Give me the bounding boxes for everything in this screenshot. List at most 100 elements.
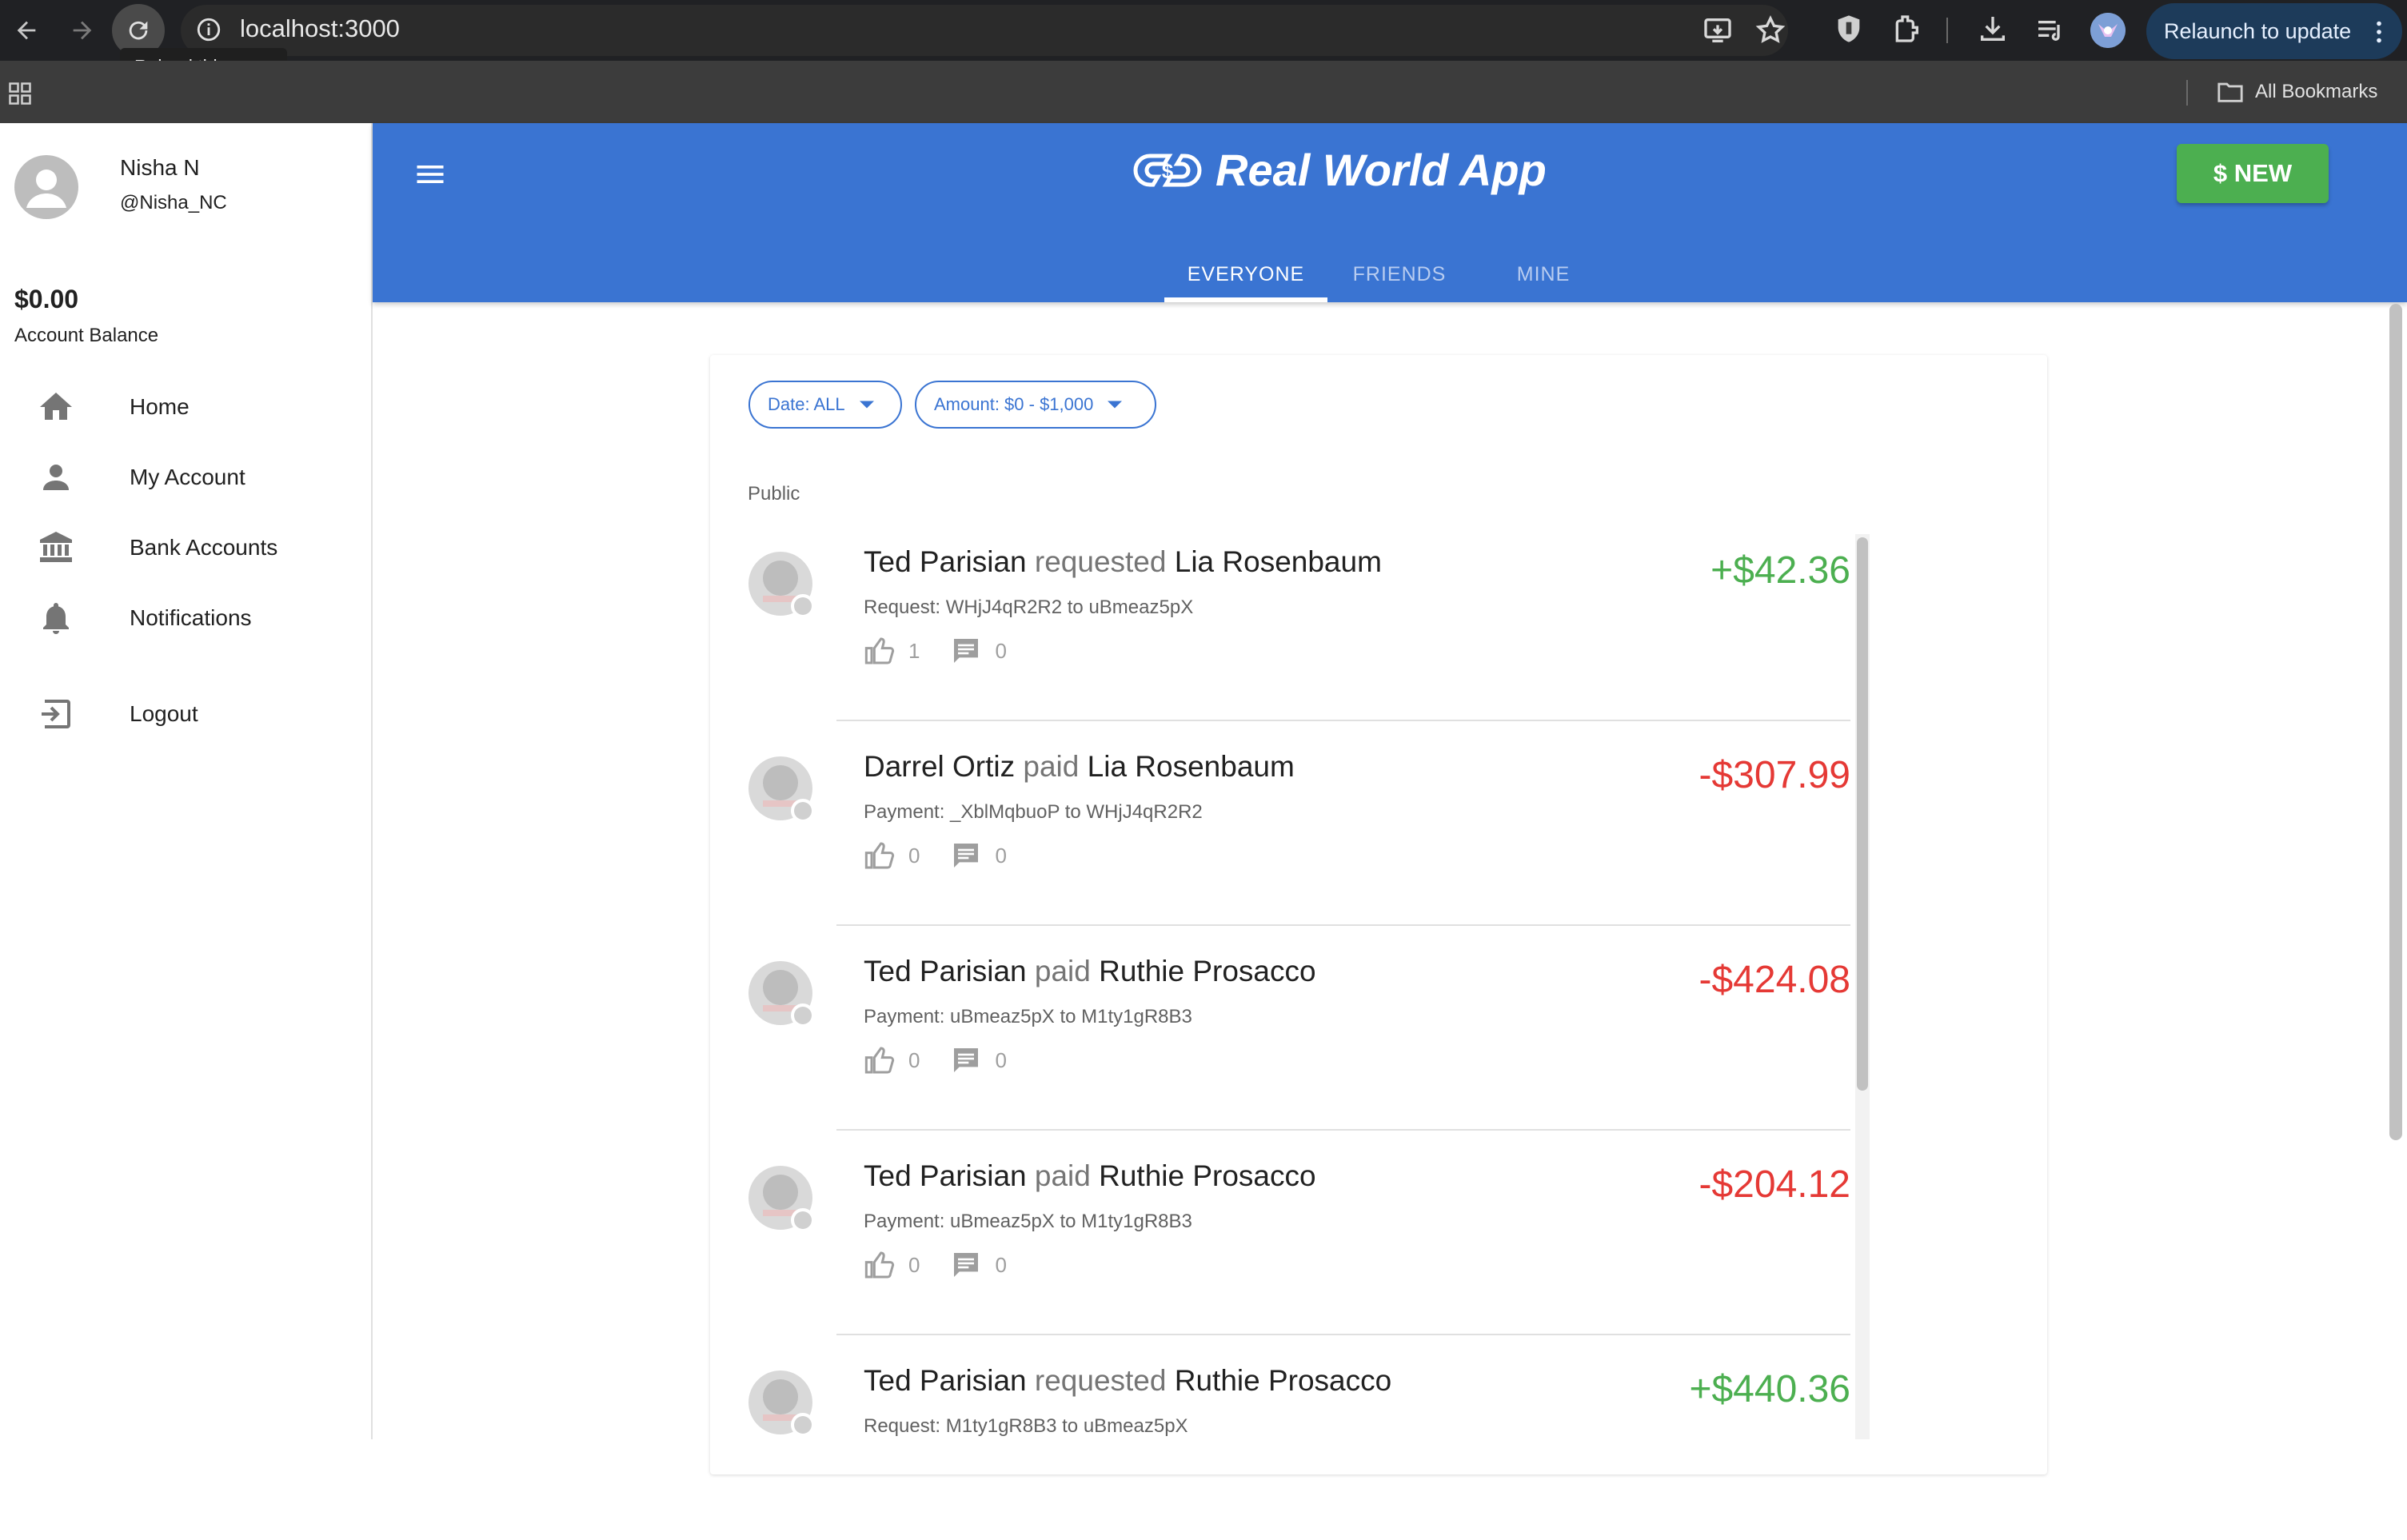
tab-mine[interactable]: MINE [1471,246,1615,302]
transaction-verb: paid [1034,1159,1091,1192]
list-scrollbar-thumb[interactable] [1857,537,1868,1091]
relaunch-button[interactable]: Relaunch to update [2146,3,2402,59]
menu-button[interactable] [408,157,453,192]
back-button[interactable] [0,4,53,57]
sidebar-item-bank-accounts[interactable]: Bank Accounts [0,513,371,583]
home-icon [40,393,72,420]
hamburger-menu-icon [417,166,444,183]
account-balance: $0.00 [14,285,79,313]
transaction-sender: Ted Parisian [864,1159,1027,1192]
comment-icon[interactable] [950,1249,982,1281]
folder-icon [2217,82,2243,102]
comment-icon[interactable] [950,1044,982,1076]
transaction-item[interactable]: Darrel Ortiz paid Lia Rosenbaum Payment:… [748,721,1850,926]
url-text[interactable]: localhost:3000 [240,14,400,43]
address-bar[interactable] [181,5,1788,56]
sidebar-item-logout[interactable]: Logout [0,679,371,749]
active-tab-indicator [1164,297,1327,302]
sidebar-item-label: Logout [130,701,198,726]
dropdown-arrow-icon [859,401,874,409]
back-arrow-icon [17,21,36,40]
person-icon [43,465,69,490]
tab-friends[interactable]: FRIENDS [1327,246,1471,302]
shield-extension-icon[interactable] [1833,13,1865,45]
more-vert-icon [2377,21,2381,43]
account-balance-label: Account Balance [14,325,159,346]
app-logo[interactable]: $ Real World App [1132,144,1547,196]
transaction-receiver: Ruthie Prosacco [1174,1364,1392,1397]
all-bookmarks-button[interactable]: All Bookmarks [2217,80,2377,104]
transaction-receiver: Lia Rosenbaum [1174,545,1382,578]
comments-count: 0 [995,1252,1007,1277]
dropdown-arrow-icon [1108,401,1123,409]
like-thumb-icon[interactable] [864,1044,896,1076]
bank-icon [40,532,72,562]
transaction-verb: requested [1034,1364,1167,1397]
transaction-receiver: Lia Rosenbaum [1087,750,1295,783]
user-handle: @Nisha_NC [120,192,227,213]
amount-filter-label: Amount: $0 - $1,000 [934,394,1094,414]
likes-count: 0 [908,1047,920,1072]
downloads-icon[interactable] [1977,13,2009,45]
likes-count: 0 [908,1252,920,1277]
like-thumb-icon[interactable] [864,635,896,667]
comments-count: 0 [995,638,1007,663]
page-scrollbar-thumb[interactable] [2389,304,2402,1140]
like-thumb-icon[interactable] [864,1249,896,1281]
transaction-item[interactable]: Ted Parisian paid Ruthie Prosacco Paymen… [748,1131,1850,1335]
reading-list-icon[interactable] [2034,13,2066,45]
transaction-sender: Darrel Ortiz [864,750,1016,783]
transaction-actions: 0 0 [864,840,1037,872]
app-title: Real World App [1215,145,1547,195]
transaction-sender: Ted Parisian [864,955,1027,987]
install-app-icon[interactable] [1702,14,1734,46]
amount-filter-chip[interactable]: Amount: $0 - $1,000 [915,381,1156,429]
tab-everyone[interactable]: EVERYONE [1164,246,1327,302]
sender-avatar-icon [748,756,815,823]
sidebar-item-label: Notifications [130,605,252,630]
transaction-description: Payment: uBmeaz5pX to M1ty1gR8B3 [864,1211,1192,1232]
comments-count: 0 [995,843,1007,868]
transaction-title: Ted Parisian paid Ruthie Prosacco [864,955,1316,988]
new-transaction-button[interactable]: $ NEW [2177,144,2329,203]
like-thumb-icon[interactable] [864,840,896,872]
sender-avatar-icon [748,552,815,618]
site-info-icon[interactable] [195,16,222,43]
comment-icon[interactable] [950,635,982,667]
extensions-puzzle-icon[interactable] [1890,13,1922,45]
sender-avatar-icon [748,961,815,1027]
transaction-title: Ted Parisian requested Lia Rosenbaum [864,545,1382,579]
likes-count: 1 [908,638,920,663]
svg-text:$: $ [1162,159,1174,183]
apps-grid-icon[interactable] [8,82,32,106]
likes-count: 0 [908,843,920,868]
sidebar-item-my-account[interactable]: My Account [0,442,371,513]
comments-count: 0 [995,1047,1007,1072]
bookmarks-divider [2186,80,2188,106]
date-filter-chip[interactable]: Date: ALL [748,381,902,429]
sidebar-item-notifications[interactable]: Notifications [0,583,371,653]
toolbar-divider [1946,18,1948,43]
transaction-amount: -$424.08 [1698,959,1851,1001]
transaction-amount: +$440.36 [1689,1368,1850,1410]
all-bookmarks-label: All Bookmarks [2255,81,2378,102]
relaunch-label: Relaunch to update [2164,18,2352,43]
sidebar-item-home[interactable]: Home [0,372,371,442]
transaction-description: Request: WHjJ4qR2R2 to uBmeaz5pX [864,596,1194,618]
bookmark-star-icon[interactable] [1754,14,1786,46]
profile-avatar[interactable] [2090,13,2126,48]
transaction-title: Ted Parisian paid Ruthie Prosacco [864,1159,1316,1193]
transaction-verb: requested [1034,545,1167,578]
sidebar-item-label: Home [130,394,190,419]
transaction-item[interactable]: Ted Parisian paid Ruthie Prosacco Paymen… [748,926,1850,1131]
transaction-item[interactable]: Ted Parisian requested Ruthie Prosacco R… [748,1335,1850,1540]
sender-avatar-icon [748,1370,815,1437]
transaction-item[interactable]: Ted Parisian requested Lia Rosenbaum Req… [748,517,1850,721]
transaction-title: Darrel Ortiz paid Lia Rosenbaum [864,750,1295,784]
section-label-public: Public [748,483,800,505]
transaction-actions: 0 0 [864,1249,1037,1281]
transaction-title: Ted Parisian requested Ruthie Prosacco [864,1364,1391,1398]
forward-button[interactable] [56,4,109,57]
transaction-description: Request: M1ty1gR8B3 to uBmeaz5pX [864,1415,1188,1437]
comment-icon[interactable] [950,840,982,872]
